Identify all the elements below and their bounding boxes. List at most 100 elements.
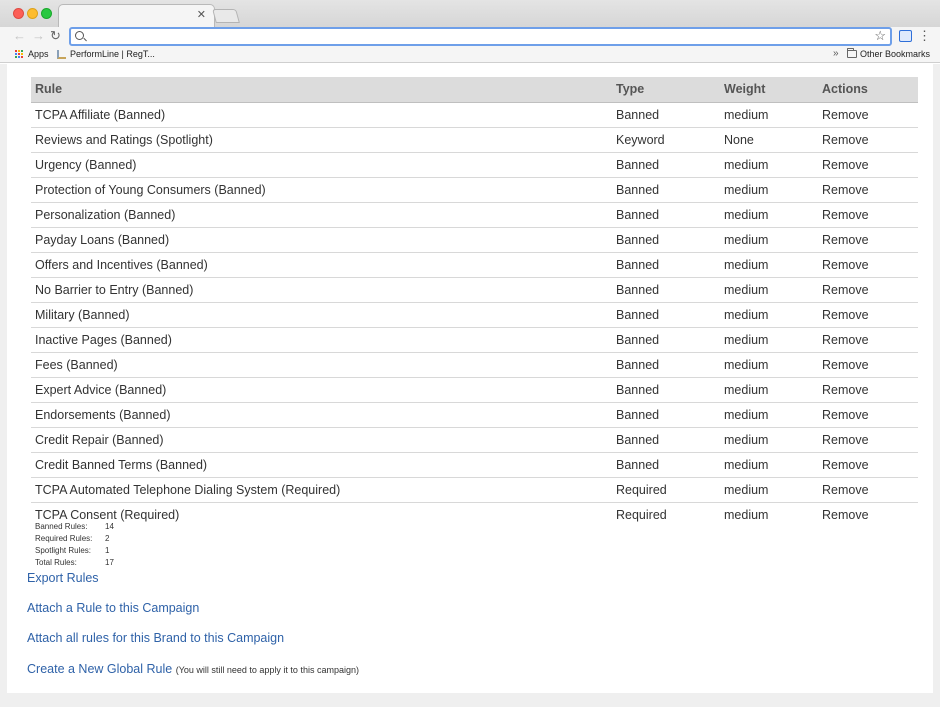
- summary-label: Required Rules:: [35, 534, 93, 543]
- rule-weight-link[interactable]: None: [720, 127, 818, 153]
- rule-weight-link[interactable]: medium: [720, 177, 818, 203]
- table-row: TCPA Automated Telephone Dialing System …: [31, 477, 918, 503]
- remove-rule-link[interactable]: Remove: [818, 502, 918, 527]
- rule-type: Banned: [612, 302, 720, 328]
- rule-weight-link[interactable]: medium: [720, 102, 818, 128]
- rule-weight-link[interactable]: medium: [720, 227, 818, 253]
- table-row: Payday Loans (Banned) Banned medium Remove: [31, 227, 918, 253]
- bookmark-star-icon[interactable]: ☆: [874, 28, 886, 44]
- bookmark-performline-label: PerformLine | RegT...: [70, 49, 155, 59]
- browser-toolbar: ← → ↻ ☆ ⋮: [0, 27, 940, 47]
- table-row: Military (Banned) Banned medium Remove: [31, 302, 918, 328]
- page-content: Rule Type Weight Actions TCPA Affiliate …: [7, 64, 933, 693]
- bookmarks-overflow-chevron-icon[interactable]: »: [833, 48, 839, 59]
- attach-all-rules-link[interactable]: Attach all rules for this Brand to this …: [27, 631, 284, 645]
- rule-name: Credit Repair (Banned): [31, 427, 612, 453]
- remove-rule-link[interactable]: Remove: [818, 202, 918, 228]
- rule-type: Banned: [612, 427, 720, 453]
- rule-weight-link[interactable]: medium: [720, 477, 818, 503]
- rules-table-header: Rule Type Weight Actions: [31, 77, 918, 103]
- close-window-button[interactable]: [13, 8, 24, 19]
- maximize-window-button[interactable]: [41, 8, 52, 19]
- rule-weight-link[interactable]: medium: [720, 252, 818, 278]
- rule-name: Fees (Banned): [31, 352, 612, 378]
- rule-name: Reviews and Ratings (Spotlight): [31, 127, 612, 153]
- table-row: Urgency (Banned) Banned medium Remove: [31, 152, 918, 178]
- table-row: Offers and Incentives (Banned) Banned medi…: [31, 252, 918, 278]
- export-rules-link[interactable]: Export Rules: [27, 571, 99, 585]
- bookmark-apps[interactable]: Apps: [15, 49, 49, 59]
- bookmark-performline[interactable]: PerformLine | RegT...: [57, 49, 155, 59]
- remove-rule-link[interactable]: Remove: [818, 477, 918, 503]
- table-row: TCPA Consent (Required) Required medium Rem…: [31, 502, 918, 527]
- remove-rule-link[interactable]: Remove: [818, 102, 918, 128]
- summary-label: Banned Rules:: [35, 522, 88, 531]
- summary-value: 2: [105, 534, 110, 543]
- browser-menu-icon[interactable]: ⋮: [918, 28, 931, 44]
- remove-rule-link[interactable]: Remove: [818, 152, 918, 178]
- rule-type: Required: [616, 507, 667, 522]
- rule-name: Expert Advice (Banned): [31, 377, 612, 403]
- create-global-rule-link[interactable]: Create a New Global Rule: [27, 662, 172, 676]
- rule-type: Banned: [612, 352, 720, 378]
- rule-name: Urgency (Banned): [31, 152, 612, 178]
- remove-rule-link[interactable]: Remove: [818, 377, 918, 403]
- bookmarks-bar: Apps PerformLine | RegT... » Other Bookm…: [0, 47, 940, 63]
- table-row: No Barrier to Entry (Banned) Banned medium…: [31, 277, 918, 303]
- rule-type: Banned: [612, 202, 720, 228]
- remove-rule-link[interactable]: Remove: [818, 452, 918, 478]
- bookmark-other-bookmarks[interactable]: Other Bookmarks: [847, 48, 931, 59]
- remove-rule-link[interactable]: Remove: [818, 327, 918, 353]
- rule-type: Banned: [612, 102, 720, 128]
- site-favicon-icon: [57, 49, 66, 59]
- remove-rule-link[interactable]: Remove: [818, 352, 918, 378]
- rule-weight-link[interactable]: medium: [720, 302, 818, 328]
- rules-summary: Banned Rules: 14 Required Rules: 2 Spotlight…: [35, 521, 114, 569]
- rule-weight-link[interactable]: medium: [720, 402, 818, 428]
- header-type: Type: [612, 77, 720, 103]
- attach-rule-link[interactable]: Attach a Rule to this Campaign: [27, 601, 199, 615]
- table-row: Credit Banned Terms (Banned) Banned medium…: [31, 452, 918, 478]
- rule-name: Payday Loans (Banned): [31, 227, 612, 253]
- remove-rule-link[interactable]: Remove: [818, 302, 918, 328]
- extension-icon[interactable]: [899, 30, 912, 42]
- rule-weight-link[interactable]: medium: [720, 427, 818, 453]
- rule-name: Offers and Incentives (Banned): [31, 252, 612, 278]
- browser-tab-active[interactable]: ✕: [58, 4, 215, 27]
- bookmark-other-label: Other Bookmarks: [860, 49, 931, 59]
- rule-type: Banned: [612, 277, 720, 303]
- remove-rule-link[interactable]: Remove: [818, 177, 918, 203]
- rule-weight-link[interactable]: medium: [720, 502, 818, 527]
- remove-rule-link[interactable]: Remove: [818, 277, 918, 303]
- table-row: Protection of Young Consumers (Banned) Ba…: [31, 177, 918, 203]
- forward-arrow-icon[interactable]: →: [32, 28, 45, 43]
- rule-weight-link[interactable]: medium: [720, 327, 818, 353]
- new-tab-button[interactable]: [212, 9, 240, 23]
- rule-name: No Barrier to Entry (Banned): [31, 277, 612, 303]
- remove-rule-link[interactable]: Remove: [818, 252, 918, 278]
- rule-type: Banned: [612, 152, 720, 178]
- tab-close-icon[interactable]: ✕: [197, 8, 206, 21]
- address-bar[interactable]: ☆: [69, 27, 892, 46]
- rule-weight-link[interactable]: medium: [720, 452, 818, 478]
- summary-value: 1: [105, 546, 110, 555]
- rule-weight-link[interactable]: medium: [720, 377, 818, 403]
- rule-weight-link[interactable]: medium: [720, 352, 818, 378]
- reload-icon[interactable]: ↻: [50, 28, 61, 44]
- rule-name: Military (Banned): [31, 302, 612, 328]
- rule-weight-link[interactable]: medium: [720, 277, 818, 303]
- remove-rule-link[interactable]: Remove: [818, 402, 918, 428]
- table-row: Expert Advice (Banned) Banned medium Remove: [31, 377, 918, 403]
- remove-rule-link[interactable]: Remove: [818, 227, 918, 253]
- rule-type: Banned: [612, 252, 720, 278]
- rule-type: Banned: [612, 227, 720, 253]
- rule-weight-link[interactable]: medium: [720, 202, 818, 228]
- back-arrow-icon[interactable]: ←: [13, 28, 26, 43]
- rule-weight-link[interactable]: medium: [720, 152, 818, 178]
- rule-type: Banned: [612, 377, 720, 403]
- table-row: TCPA Affiliate (Banned) Banned medium Remov…: [31, 102, 918, 128]
- minimize-window-button[interactable]: [27, 8, 38, 19]
- table-row: Credit Repair (Banned) Banned medium Remove: [31, 427, 918, 453]
- remove-rule-link[interactable]: Remove: [818, 427, 918, 453]
- remove-rule-link[interactable]: Remove: [818, 127, 918, 153]
